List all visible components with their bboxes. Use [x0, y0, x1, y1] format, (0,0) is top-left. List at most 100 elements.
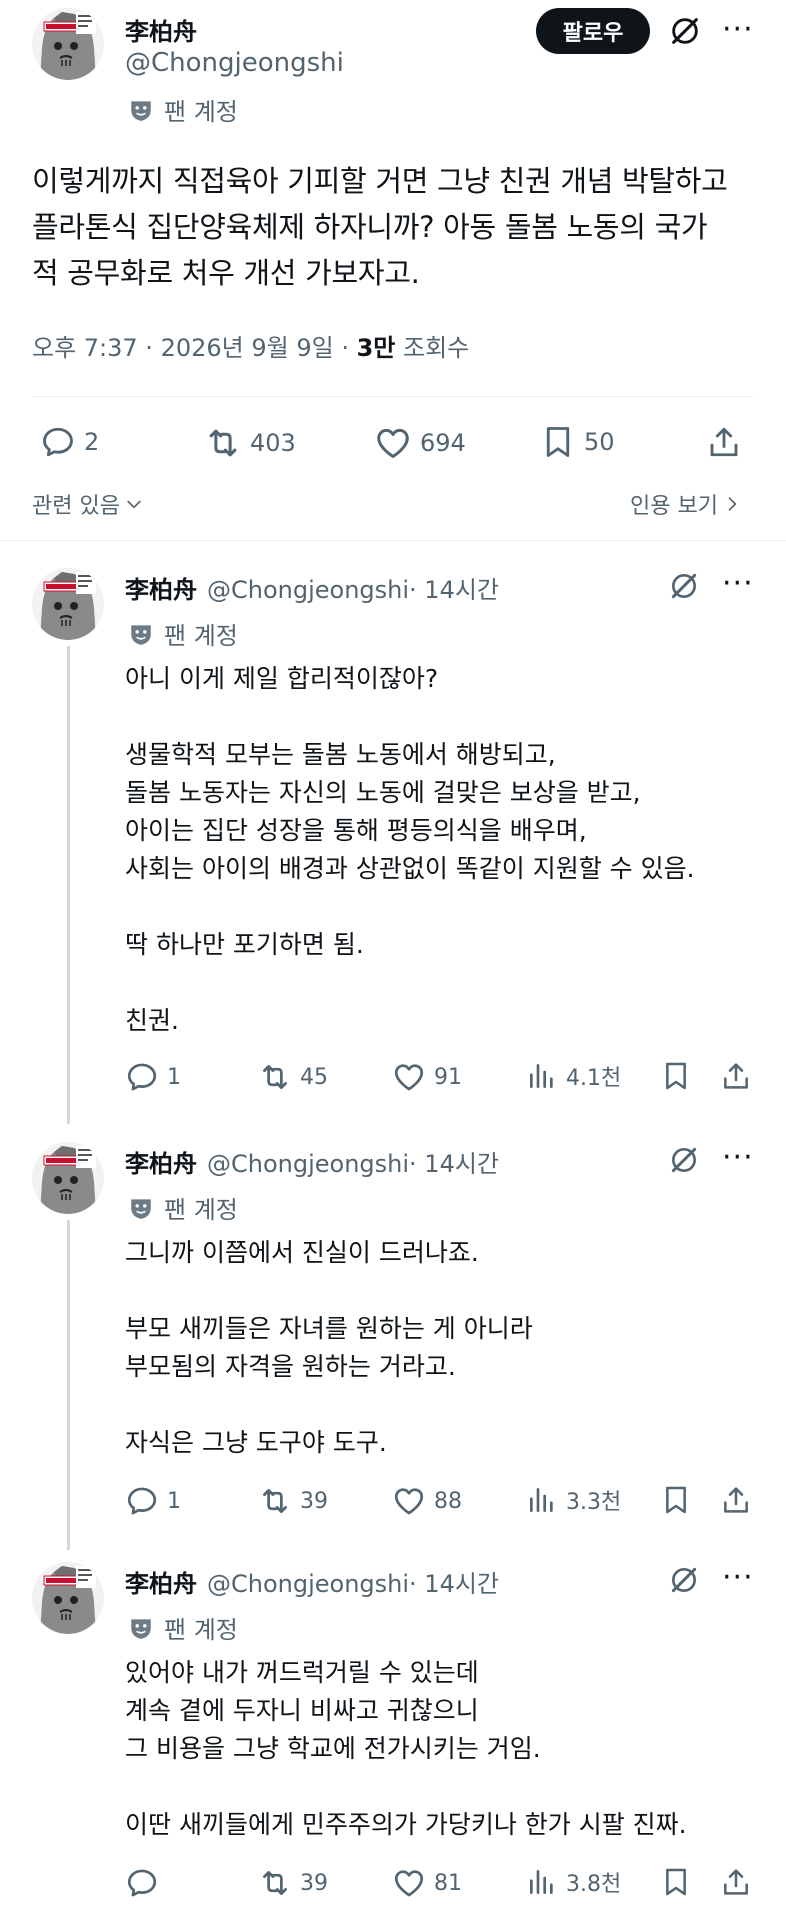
post-timestamp[interactable]: 오후 7:37 · 2026년 9월 9일 ·	[32, 334, 357, 362]
reply-count: 1	[167, 1488, 181, 1514]
bookmark-action[interactable]	[660, 1866, 692, 1898]
reply-author-name[interactable]: 李柏舟	[125, 570, 197, 605]
mask-icon	[128, 1195, 154, 1221]
reply-action[interactable]	[125, 1866, 167, 1900]
author-name[interactable]: 李柏舟	[125, 12, 197, 47]
like-action[interactable]: 91	[392, 1060, 462, 1094]
share-icon	[720, 1060, 752, 1092]
chevron-right-icon	[722, 494, 742, 514]
like-count: 81	[434, 1870, 462, 1896]
chevron-down-icon	[124, 494, 144, 514]
share-action[interactable]	[706, 424, 742, 460]
more-options-icon[interactable]: ···	[722, 1143, 754, 1173]
grok-icon[interactable]	[668, 1564, 700, 1596]
reply-icon	[125, 1060, 159, 1094]
views-count: 4.1천	[566, 1066, 622, 1091]
share-icon	[720, 1484, 752, 1516]
share-action[interactable]	[720, 1866, 752, 1898]
grok-icon[interactable]	[668, 570, 700, 602]
reply-avatar[interactable]	[32, 1562, 104, 1634]
reply-action[interactable]: 1	[125, 1060, 181, 1094]
reply-icon	[125, 1866, 159, 1900]
post-text-line: 이렇게까지 직접육아 기피할 거면 그냥 친권 개념 박탈하고	[32, 164, 728, 198]
views-count: 3.3천	[566, 1490, 622, 1515]
like-action[interactable]: 694	[374, 424, 466, 462]
reply-time[interactable]: · 14시간	[409, 1564, 499, 1599]
retweet-icon	[258, 1484, 292, 1518]
reply-author-name[interactable]: 李柏舟	[125, 1144, 197, 1179]
reply-action[interactable]: 1	[125, 1484, 181, 1518]
reply-action[interactable]: 2	[40, 424, 99, 460]
retweet-action[interactable]: 403	[204, 424, 296, 462]
views-icon	[526, 1060, 558, 1092]
post-text-line: 적 공무화로 처우 개선 가보자고.	[32, 256, 420, 290]
reply-author-handle[interactable]: @Chongjeongshi	[207, 1150, 409, 1178]
like-count: 88	[434, 1488, 462, 1514]
mask-icon	[128, 97, 154, 123]
bookmark-action[interactable]: 50	[540, 424, 615, 460]
view-quotes-link[interactable]: 인용 보기	[630, 488, 742, 520]
reply-avatar[interactable]	[32, 1142, 104, 1214]
more-options-icon[interactable]: ···	[722, 569, 754, 599]
share-action[interactable]	[720, 1484, 752, 1516]
reply-author-handle[interactable]: @Chongjeongshi	[207, 576, 409, 604]
grok-icon[interactable]	[668, 1144, 700, 1176]
follow-button[interactable]: 팔로우	[536, 8, 650, 54]
reply-author-name[interactable]: 李柏舟	[125, 1564, 197, 1599]
reply-header: 李柏舟 @Chongjeongshi · 14시간	[125, 1564, 499, 1599]
reply-time[interactable]: · 14시간	[409, 570, 499, 605]
retweet-count: 39	[300, 1870, 328, 1896]
reply-author-handle[interactable]: @Chongjeongshi	[207, 1570, 409, 1598]
retweet-action[interactable]: 39	[258, 1866, 328, 1900]
views-action[interactable]: 3.8천	[526, 1866, 621, 1898]
post-text: 이렇게까지 직접육아 기피할 거면 그냥 친권 개념 박탈하고 플라톤식 집단양…	[32, 158, 772, 296]
bookmark-action[interactable]	[660, 1060, 692, 1092]
author-avatar[interactable]	[32, 8, 104, 80]
reply-avatar[interactable]	[32, 568, 104, 640]
like-action[interactable]: 81	[392, 1866, 462, 1900]
related-toggle[interactable]: 관련 있음	[32, 488, 144, 520]
like-count: 694	[420, 429, 466, 457]
retweet-icon	[258, 1866, 292, 1900]
more-options-icon[interactable]: ···	[722, 15, 754, 45]
bookmark-icon	[660, 1060, 692, 1092]
views-action[interactable]: 3.3천	[526, 1484, 621, 1516]
retweet-action[interactable]: 45	[258, 1060, 328, 1094]
reply-text: 그니까 이쯤에서 진실이 드러나죠. 부모 새끼들은 자녀를 원하는 게 아니라…	[125, 1238, 533, 1457]
reply-time[interactable]: · 14시간	[409, 1144, 499, 1179]
retweet-action[interactable]: 39	[258, 1484, 328, 1518]
bookmark-action[interactable]	[660, 1484, 692, 1516]
bookmark-icon	[660, 1484, 692, 1516]
reply-icon	[40, 424, 76, 460]
share-icon	[706, 424, 742, 460]
reply-count: 2	[84, 428, 100, 456]
views-icon	[526, 1866, 558, 1898]
reply-header: 李柏舟 @Chongjeongshi · 14시간	[125, 570, 499, 605]
like-count: 91	[434, 1064, 462, 1090]
retweet-icon	[204, 424, 242, 462]
fan-account-badge: 팬 계정	[128, 1190, 238, 1225]
reply-text: 있어야 내가 꺼드럭거릴 수 있는데 계속 곁에 두자니 비싸고 귀찮으니 그 …	[125, 1658, 687, 1839]
fan-account-badge: 팬 계정	[128, 92, 238, 127]
badge-label: 팬 계정	[164, 98, 238, 126]
reply-header: 李柏舟 @Chongjeongshi · 14시간	[125, 1144, 499, 1179]
views-action[interactable]: 4.1천	[526, 1060, 621, 1092]
retweet-count: 403	[250, 429, 296, 457]
badge-label: 팬 계정	[164, 1196, 238, 1224]
views-count: 3만	[356, 334, 396, 362]
views-count: 3.8천	[566, 1872, 622, 1897]
like-action[interactable]: 88	[392, 1484, 462, 1518]
thread-connector	[67, 1220, 70, 1550]
views-icon	[526, 1484, 558, 1516]
reply-count: 1	[167, 1064, 181, 1090]
heart-icon	[374, 424, 412, 462]
thread-connector	[67, 646, 70, 1124]
author-handle[interactable]: @Chongjeongshi	[125, 48, 344, 78]
more-options-icon[interactable]: ···	[722, 1563, 754, 1593]
retweet-count: 39	[300, 1488, 328, 1514]
grok-icon[interactable]	[668, 14, 702, 48]
heart-icon	[392, 1866, 426, 1900]
share-action[interactable]	[720, 1060, 752, 1092]
divider	[32, 396, 754, 397]
badge-label: 팬 계정	[164, 622, 238, 650]
